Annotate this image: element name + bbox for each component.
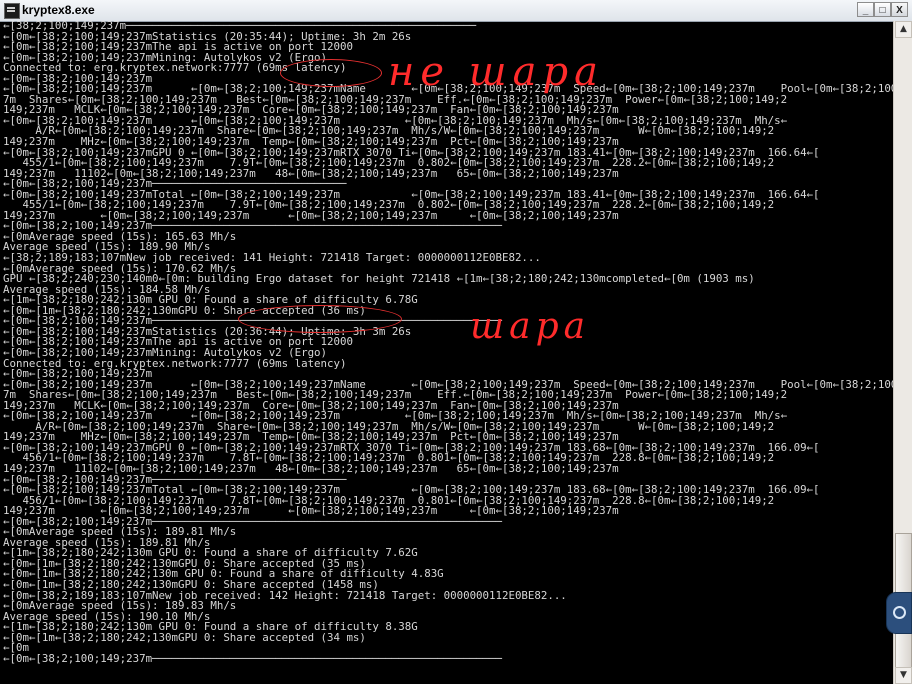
minimize-button[interactable]: _: [857, 2, 874, 17]
side-widget-icon[interactable]: [886, 592, 912, 634]
console-line: ←[0m←[1m←[38;2;180;242;130mGPU 0: Share …: [3, 630, 366, 644]
handwritten-note-share: шара: [470, 306, 591, 347]
console-app-icon: [4, 3, 20, 19]
handwritten-note-not-share: не шара: [388, 49, 604, 95]
annotation-circle-latency: [280, 59, 382, 87]
scroll-down-arrow-icon[interactable]: ▼: [895, 667, 912, 684]
vertical-scrollbar[interactable]: ▲ ▼: [893, 21, 912, 684]
window-titlebar[interactable]: kryptex8.exe _ □ X: [0, 0, 912, 22]
console-output[interactable]: ←[38;2;100;149;237m─────────────────────…: [3, 21, 893, 684]
scroll-up-arrow-icon[interactable]: ▲: [895, 21, 912, 38]
annotation-circle-share-accepted: [238, 305, 402, 333]
maximize-button[interactable]: □: [874, 2, 891, 17]
close-button[interactable]: X: [891, 2, 908, 17]
window-title: kryptex8.exe: [22, 3, 95, 17]
console-line: ←[0m←[38;2;100;149;237m─────────────────…: [3, 651, 502, 665]
